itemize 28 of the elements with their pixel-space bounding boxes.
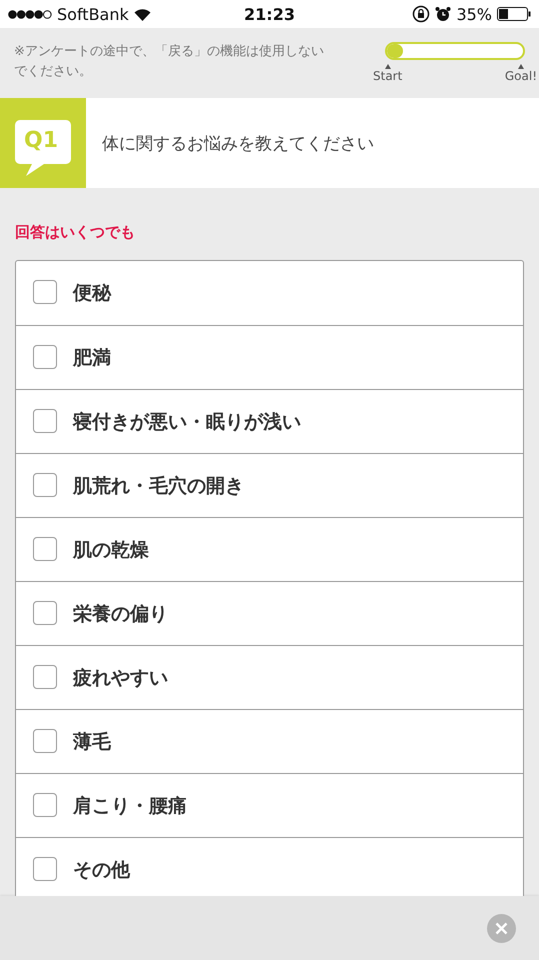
option-label: 栄養の偏り (73, 602, 168, 627)
carrier-name: SoftBank (57, 4, 129, 24)
option-row[interactable]: 寝付きが悪い・眠りが浅い (16, 389, 523, 453)
option-label: 肌の乾燥 (73, 538, 149, 563)
answer-hint: 回答はいくつでも (15, 222, 136, 242)
option-label: 便秘 (73, 281, 111, 306)
option-row[interactable]: 疲れやすい (16, 645, 523, 709)
battery-percent: 35% (456, 4, 492, 24)
question-text: 体に関するお悩みを教えてください (102, 132, 374, 154)
question-number: Q1 (24, 128, 58, 153)
option-row[interactable]: 薄毛 (16, 709, 523, 773)
option-row[interactable]: 肥満 (16, 325, 523, 389)
option-label: 肩こり・腰痛 (73, 794, 187, 819)
option-label: 肌荒れ・毛穴の開き (73, 474, 244, 499)
option-row[interactable]: 便秘 (16, 261, 523, 325)
option-label: 疲れやすい (73, 666, 168, 691)
option-row[interactable]: 肌荒れ・毛穴の開き (16, 453, 523, 517)
option-label: その他 (73, 858, 130, 883)
option-row[interactable]: 肌の乾燥 (16, 517, 523, 581)
option-row[interactable]: 肩こり・腰痛 (16, 773, 523, 837)
notice-text: ※アンケートの途中で、「戻る」の機能は使用しないでください。 (14, 43, 325, 81)
goal-label: Goal! (504, 69, 537, 83)
option-label: 寝付きが悪い・眠りが浅い (73, 410, 301, 435)
option-row[interactable]: 栄養の偏り (16, 581, 523, 645)
option-label: 肥満 (73, 346, 111, 371)
option-label: 薄毛 (73, 730, 111, 755)
start-label: Start (373, 69, 402, 83)
status-time: 21:23 (244, 4, 295, 24)
